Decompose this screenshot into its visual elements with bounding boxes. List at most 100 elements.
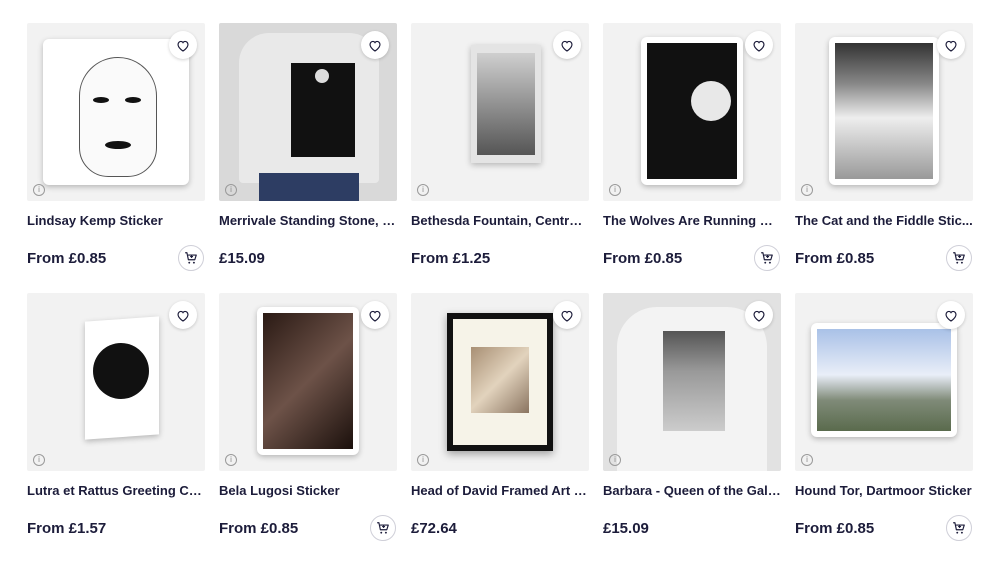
- product-title[interactable]: The Cat and the Fiddle Stic...: [795, 213, 973, 228]
- price-row: £72.64: [411, 515, 589, 541]
- product-price: £15.09: [219, 249, 265, 267]
- artwork-shape: [691, 81, 731, 121]
- info-icon[interactable]: i: [417, 184, 429, 196]
- info-icon[interactable]: i: [609, 454, 621, 466]
- add-to-cart-button[interactable]: [370, 515, 396, 541]
- product-card[interactable]: i The Cat and the Fiddle Stic... From £0…: [795, 23, 973, 271]
- favorite-button[interactable]: [169, 301, 197, 329]
- cart-icon: [185, 252, 197, 264]
- favorite-button[interactable]: [937, 31, 965, 59]
- product-title[interactable]: Bethesda Fountain, Central ...: [411, 213, 589, 228]
- product-title[interactable]: Lutra et Rattus Greeting Card: [27, 483, 205, 498]
- price-row: £15.09: [219, 245, 397, 271]
- product-title[interactable]: The Wolves Are Running Sti...: [603, 213, 781, 228]
- product-title[interactable]: Head of David Framed Art P...: [411, 483, 589, 498]
- product-card[interactable]: i Bethesda Fountain, Central ... From £1…: [411, 23, 589, 271]
- favorite-button[interactable]: [745, 31, 773, 59]
- heart-icon: [177, 40, 189, 52]
- info-icon[interactable]: i: [417, 454, 429, 466]
- cart-icon: [761, 252, 773, 264]
- product-image[interactable]: i: [603, 293, 781, 471]
- product-image[interactable]: i: [603, 23, 781, 201]
- heart-icon: [369, 40, 381, 52]
- product-price: £15.09: [603, 519, 649, 537]
- product-title[interactable]: Bela Lugosi Sticker: [219, 483, 397, 498]
- product-card[interactable]: i Barbara - Queen of the Gala... £15.09: [603, 293, 781, 541]
- product-price: From £1.25: [411, 249, 491, 267]
- artwork-shape: [105, 141, 131, 149]
- product-price: From £0.85: [795, 519, 875, 537]
- favorite-button[interactable]: [361, 301, 389, 329]
- heart-icon: [945, 40, 957, 52]
- product-price: From £0.85: [603, 249, 683, 267]
- heart-icon: [945, 310, 957, 322]
- add-to-cart-button[interactable]: [754, 245, 780, 271]
- favorite-button[interactable]: [553, 31, 581, 59]
- price-row: From £1.57: [27, 515, 205, 541]
- cart-icon: [377, 522, 389, 534]
- product-card[interactable]: i Bela Lugosi Sticker From £0.85: [219, 293, 397, 541]
- product-card[interactable]: i Lutra et Rattus Greeting Card From £1.…: [27, 293, 205, 541]
- product-image[interactable]: i: [27, 23, 205, 201]
- product-grid: i Lindsay Kemp Sticker From £0.85 i Merr…: [27, 23, 973, 541]
- price-row: From £0.85: [27, 245, 205, 271]
- heart-icon: [753, 310, 765, 322]
- product-image[interactable]: i: [795, 293, 973, 471]
- price-row: From £0.85: [795, 515, 973, 541]
- artwork-shape: [79, 57, 157, 177]
- favorite-button[interactable]: [361, 31, 389, 59]
- info-icon[interactable]: i: [33, 454, 45, 466]
- product-image[interactable]: i: [219, 23, 397, 201]
- product-card[interactable]: i Head of David Framed Art P... £72.64: [411, 293, 589, 541]
- product-image[interactable]: i: [411, 293, 589, 471]
- cart-icon: [953, 522, 965, 534]
- artwork-shape: [263, 313, 353, 449]
- product-price: £72.64: [411, 519, 457, 537]
- price-row: From £0.85: [795, 245, 973, 271]
- product-card[interactable]: i The Wolves Are Running Sti... From £0.…: [603, 23, 781, 271]
- artwork-shape: [259, 173, 359, 201]
- heart-icon: [561, 310, 573, 322]
- product-image[interactable]: i: [411, 23, 589, 201]
- product-title[interactable]: Barbara - Queen of the Gala...: [603, 483, 781, 498]
- info-icon[interactable]: i: [225, 454, 237, 466]
- artwork-shape: [471, 347, 529, 413]
- add-to-cart-button[interactable]: [178, 245, 204, 271]
- artwork-shape: [93, 97, 109, 103]
- price-row: £15.09: [603, 515, 781, 541]
- add-to-cart-button[interactable]: [946, 245, 972, 271]
- product-price: From £0.85: [219, 519, 299, 537]
- heart-icon: [561, 40, 573, 52]
- info-icon[interactable]: i: [801, 454, 813, 466]
- favorite-button[interactable]: [553, 301, 581, 329]
- artwork-shape: [93, 343, 149, 399]
- add-to-cart-button[interactable]: [946, 515, 972, 541]
- product-image[interactable]: i: [219, 293, 397, 471]
- info-icon[interactable]: i: [33, 184, 45, 196]
- product-price: From £0.85: [795, 249, 875, 267]
- info-icon[interactable]: i: [225, 184, 237, 196]
- info-icon[interactable]: i: [801, 184, 813, 196]
- product-image[interactable]: i: [27, 293, 205, 471]
- product-price: From £0.85: [27, 249, 107, 267]
- artwork-shape: [477, 53, 535, 155]
- info-icon[interactable]: i: [609, 184, 621, 196]
- favorite-button[interactable]: [169, 31, 197, 59]
- heart-icon: [753, 40, 765, 52]
- artwork-shape: [835, 43, 933, 179]
- product-card[interactable]: i Lindsay Kemp Sticker From £0.85: [27, 23, 205, 271]
- heart-icon: [177, 310, 189, 322]
- product-image[interactable]: i: [795, 23, 973, 201]
- product-card[interactable]: i Merrivale Standing Stone, D... £15.09: [219, 23, 397, 271]
- heart-icon: [369, 310, 381, 322]
- artwork-shape: [663, 331, 725, 431]
- product-title[interactable]: Merrivale Standing Stone, D...: [219, 213, 397, 228]
- product-title[interactable]: Hound Tor, Dartmoor Sticker: [795, 483, 973, 498]
- price-row: From £0.85: [603, 245, 781, 271]
- price-row: From £1.25: [411, 245, 589, 271]
- product-card[interactable]: i Hound Tor, Dartmoor Sticker From £0.85: [795, 293, 973, 541]
- product-title[interactable]: Lindsay Kemp Sticker: [27, 213, 205, 228]
- favorite-button[interactable]: [745, 301, 773, 329]
- artwork-shape: [315, 69, 329, 83]
- favorite-button[interactable]: [937, 301, 965, 329]
